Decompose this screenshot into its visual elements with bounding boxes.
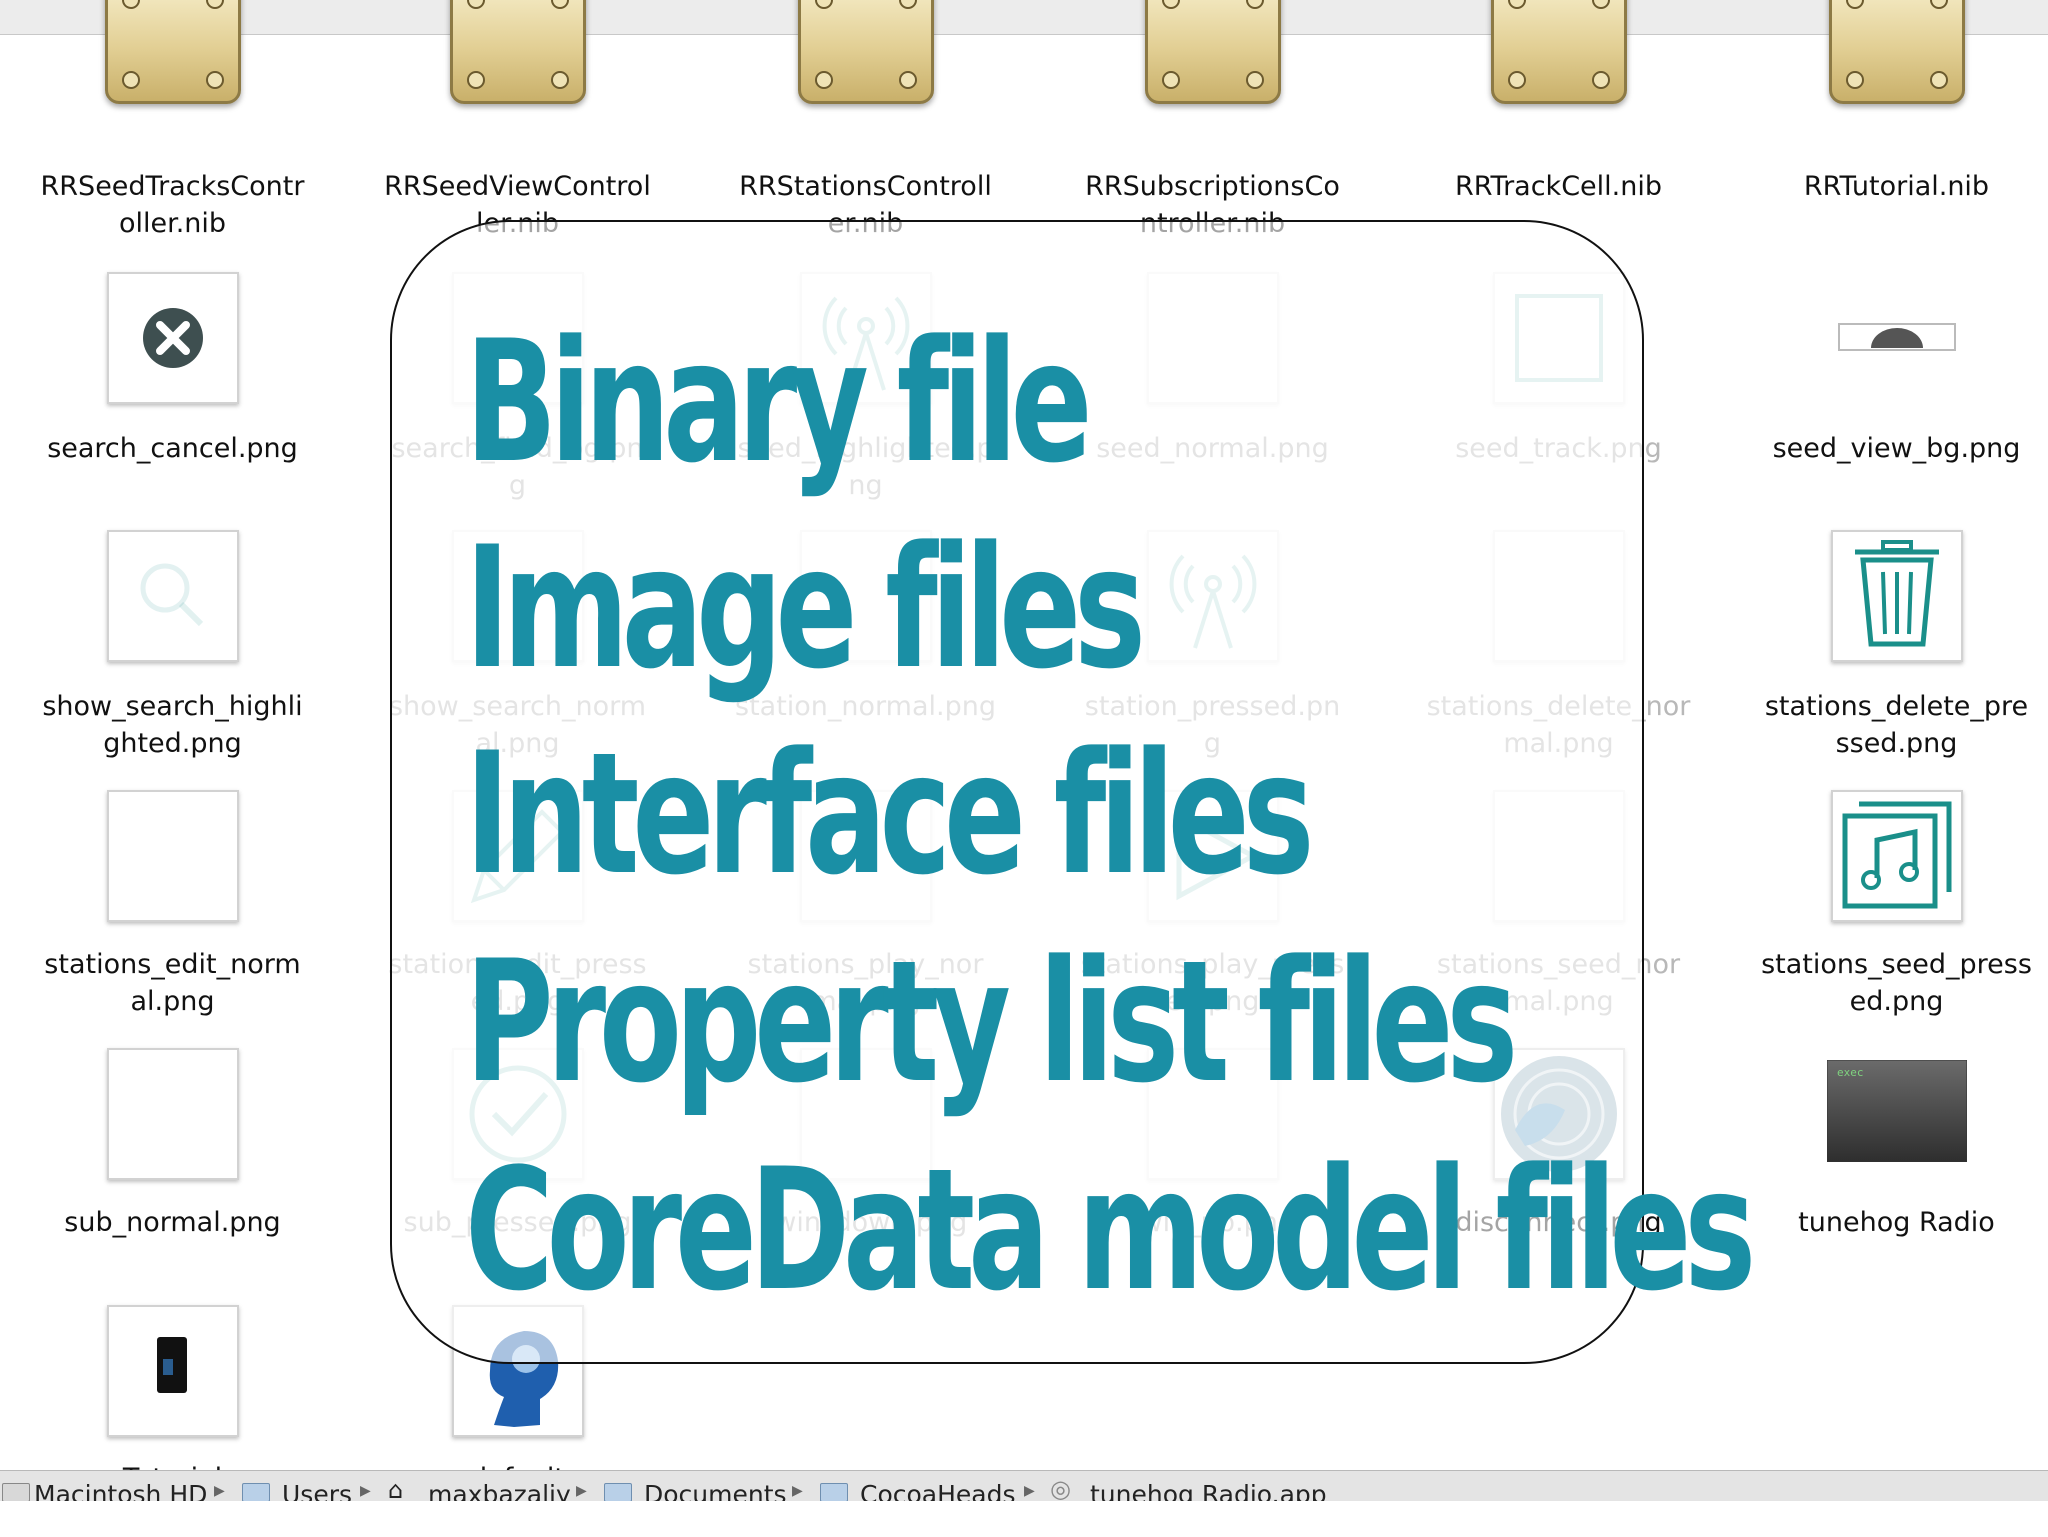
path-separator-icon: ▶: [214, 1483, 225, 1499]
callout-line-binary: Binary file: [465, 304, 1093, 500]
path-separator-icon: ▶: [576, 1483, 587, 1499]
callout-line-images: Image files: [465, 510, 1146, 706]
executable-icon: exec: [1826, 1059, 1967, 1166]
path-separator-icon: ▶: [1024, 1483, 1035, 1499]
path-bar: Macintosh HD ▶ Users ▶ ⌂ maxbazaliy ▶ Do…: [0, 1470, 2048, 1501]
file-item[interactable]: Tutorial: [0, 0, 345, 1494]
phone-image-icon: [106, 1305, 239, 1437]
callout-line-coredata: CoreData model files: [465, 1132, 1756, 1328]
path-item-maxbazaliy[interactable]: maxbazaliy: [428, 1480, 571, 1501]
app-icon: ◎: [1050, 1475, 1071, 1501]
hard-disk-icon: [2, 1483, 30, 1501]
path-item-cocoaheads[interactable]: CocoaHeads: [860, 1480, 1016, 1501]
path-item-users[interactable]: Users: [282, 1480, 352, 1501]
callout-line-plist: Property list files: [465, 924, 1518, 1120]
folder-icon: [604, 1483, 632, 1501]
path-item-app[interactable]: tunehog Radio.app: [1090, 1480, 1327, 1501]
home-icon: ⌂: [388, 1476, 404, 1501]
file-item[interactable]: exec tunehog Radio: [1724, 0, 2048, 1470]
path-separator-icon: ▶: [360, 1483, 371, 1499]
path-item-macintosh-hd[interactable]: Macintosh HD: [34, 1480, 207, 1501]
svg-text:exec: exec: [1837, 1066, 1864, 1079]
path-item-documents[interactable]: Documents: [644, 1480, 787, 1501]
callout-line-interface: Interface files: [465, 716, 1315, 912]
folder-icon: [242, 1483, 270, 1501]
folder-icon: [820, 1483, 848, 1501]
path-separator-icon: ▶: [792, 1483, 803, 1499]
file-name-label: tunehog Radio: [1798, 1207, 1995, 1238]
